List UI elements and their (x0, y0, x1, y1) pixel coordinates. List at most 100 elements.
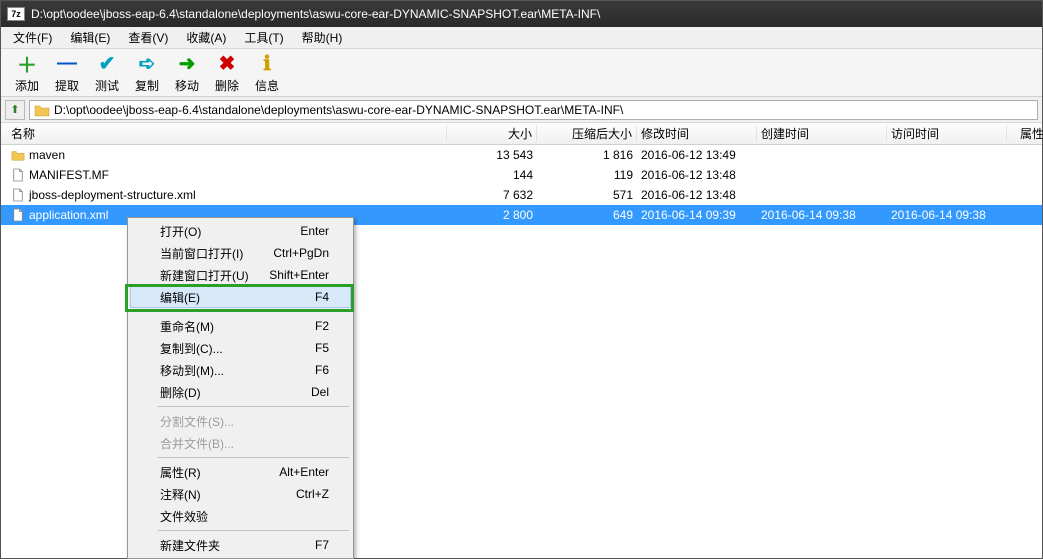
list-row[interactable]: jboss-deployment-structure.xml 7 63257120… (1, 185, 1042, 205)
menu-separator (158, 406, 349, 407)
col-modified[interactable]: 修改时间 (637, 125, 757, 142)
toolbar-label: 测试 (87, 77, 127, 94)
copy-arrow-icon: ➪ (127, 52, 167, 76)
list-row[interactable]: maven13 5431 8162016-06-12 13:49D (1, 145, 1042, 165)
context-item-15[interactable]: 文件效验 (130, 505, 351, 527)
menu-separator (158, 530, 349, 531)
addressbar: ⬆ D:\opt\oodee\jboss-eap-6.4\standalone\… (1, 97, 1042, 123)
toolbar-label: 移动 (167, 77, 207, 94)
toolbar-label: 复制 (127, 77, 167, 94)
col-name[interactable]: 名称 (7, 125, 447, 142)
context-item-shortcut: F2 (315, 319, 329, 333)
toolbar-提取[interactable]: —提取 (47, 52, 87, 94)
address-text: D:\opt\oodee\jboss-eap-6.4\standalone\de… (54, 103, 1033, 117)
menu-separator (158, 311, 349, 312)
context-item-label: 打开(O) (160, 223, 201, 240)
context-item-1[interactable]: 当前窗口打开(I)Ctrl+PgDn (130, 242, 351, 264)
col-attr[interactable]: 属性 (1016, 125, 1043, 142)
toolbar-信息[interactable]: ℹ信息 (247, 52, 287, 94)
move-arrow-icon: ➜ (167, 52, 207, 76)
context-item-label: 重命名(M) (160, 318, 214, 335)
context-item-shortcut: Shift+Enter (269, 268, 329, 282)
context-item-shortcut: Alt+Enter (279, 465, 329, 479)
context-item-label: 分割文件(S)... (160, 413, 234, 430)
check-icon: ✔ (87, 52, 127, 76)
cell-attr: A (1015, 208, 1043, 222)
context-menu: 打开(O) Enter 当前窗口打开(I)Ctrl+PgDn 新建窗口打开(U) Shi… (127, 217, 354, 559)
col-packed[interactable]: 压缩后大小 (537, 125, 637, 142)
context-item-label: 编辑(E) (160, 289, 200, 306)
context-item-shortcut: Ctrl+PgDn (273, 246, 329, 260)
cell-packed: 571 (537, 188, 637, 202)
cell-name: MANIFEST.MF (7, 168, 447, 182)
context-item-11: 合并文件(B)... (130, 432, 351, 454)
cell-attr: D (1015, 148, 1043, 162)
context-item-shortcut: F4 (315, 290, 329, 304)
toolbar-测试[interactable]: ✔测试 (87, 52, 127, 94)
context-item-shortcut: Enter (300, 224, 329, 238)
context-item-shortcut: Ctrl+Z (296, 487, 329, 501)
context-item-8[interactable]: 删除(D)Del (130, 381, 351, 403)
info-icon: ℹ (247, 52, 287, 76)
toolbar-label: 添加 (7, 77, 47, 94)
context-item-shortcut: Del (311, 385, 329, 399)
context-item-label: 复制到(C)... (160, 340, 223, 357)
context-item-2[interactable]: 新建窗口打开(U) Shift+Enter (130, 264, 351, 286)
cell-size: 2 800 (447, 208, 537, 222)
cell-modified: 2016-06-12 13:48 (637, 168, 757, 182)
file-name: application.xml (29, 208, 108, 222)
cell-created: 2016-06-14 09:38 (757, 208, 887, 222)
toolbar-复制[interactable]: ➪复制 (127, 52, 167, 94)
titlebar: 7z D:\opt\oodee\jboss-eap-6.4\standalone… (1, 1, 1042, 27)
context-item-14[interactable]: 注释(N)Ctrl+Z (130, 483, 351, 505)
context-item-label: 新建文件夹 (160, 537, 220, 554)
col-size[interactable]: 大小 (447, 125, 537, 142)
context-item-3[interactable]: 编辑(E) F4 (130, 286, 351, 308)
context-item-label: 合并文件(B)... (160, 435, 234, 452)
col-created[interactable]: 创建时间 (757, 125, 887, 142)
file-name: maven (29, 148, 65, 162)
context-item-17[interactable]: 新建文件夹F7 (130, 534, 351, 556)
menu-item-1[interactable]: 编辑(E) (62, 27, 118, 48)
context-item-13[interactable]: 属性(R) Alt+Enter (130, 461, 351, 483)
xml-icon (11, 208, 25, 222)
menu-item-3[interactable]: 收藏(A) (178, 27, 234, 48)
cell-packed: 119 (537, 168, 637, 182)
context-item-label: 新建窗口打开(U) (160, 267, 249, 284)
context-item-6[interactable]: 复制到(C)...F5 (130, 337, 351, 359)
toolbar-移动[interactable]: ➜移动 (167, 52, 207, 94)
window-title: D:\opt\oodee\jboss-eap-6.4\standalone\de… (31, 7, 1036, 21)
toolbar-label: 信息 (247, 77, 287, 94)
menu-item-0[interactable]: 文件(F) (5, 27, 60, 48)
menubar: 文件(F)编辑(E)查看(V)收藏(A)工具(T)帮助(H) (1, 27, 1042, 49)
cell-name: maven (7, 148, 447, 162)
toolbar-添加[interactable]: ＋添加 (7, 52, 47, 94)
menu-item-4[interactable]: 工具(T) (236, 27, 291, 48)
plus-icon: ＋ (7, 52, 47, 76)
column-headers[interactable]: 名称 大小 压缩后大小 修改时间 创建时间 访问时间 属性 (1, 123, 1042, 145)
cell-packed: 1 816 (537, 148, 637, 162)
list-row[interactable]: MANIFEST.MF1441192016-06-12 13:48 (1, 165, 1042, 185)
file-list: 名称 大小 压缩后大小 修改时间 创建时间 访问时间 属性 maven13 54… (1, 123, 1042, 225)
cell-accessed: 2016-06-14 09:38 (887, 208, 1007, 222)
delete-icon: ✖ (207, 52, 247, 76)
context-item-7[interactable]: 移动到(M)...F6 (130, 359, 351, 381)
cell-modified: 2016-06-12 13:48 (637, 188, 757, 202)
cell-name: jboss-deployment-structure.xml (7, 188, 447, 202)
cell-size: 7 632 (447, 188, 537, 202)
col-accessed[interactable]: 访问时间 (887, 125, 1007, 142)
up-button[interactable]: ⬆ (5, 100, 25, 120)
context-item-5[interactable]: 重命名(M) F2 (130, 315, 351, 337)
context-item-0[interactable]: 打开(O) Enter (130, 220, 351, 242)
toolbar: ＋添加—提取✔测试➪复制➜移动✖删除ℹ信息 (1, 49, 1042, 97)
cell-packed: 649 (537, 208, 637, 222)
minus-icon: — (47, 52, 87, 76)
menu-item-5[interactable]: 帮助(H) (294, 27, 351, 48)
toolbar-label: 提取 (47, 77, 87, 94)
toolbar-删除[interactable]: ✖删除 (207, 52, 247, 94)
address-input[interactable]: D:\opt\oodee\jboss-eap-6.4\standalone\de… (29, 100, 1038, 120)
file-name: jboss-deployment-structure.xml (29, 188, 196, 202)
context-item-label: 属性(R) (160, 464, 201, 481)
menu-separator (158, 457, 349, 458)
menu-item-2[interactable]: 查看(V) (120, 27, 176, 48)
